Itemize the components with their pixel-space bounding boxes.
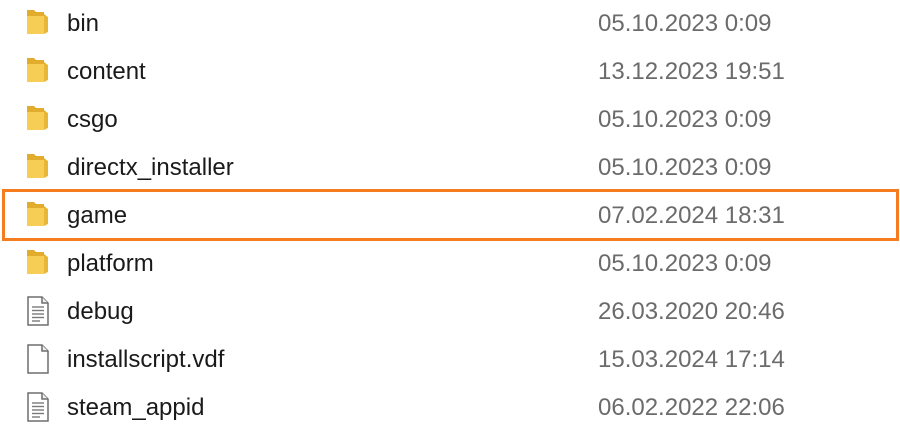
file-name: game — [67, 202, 128, 229]
file-list: bin 05.10.2023 0:09 content 13.12.2023 1… — [0, 0, 900, 432]
file-name: bin — [67, 10, 100, 37]
file-date-modified: 26.03.2020 20:46 — [598, 298, 785, 325]
file-date-modified: 05.10.2023 0:09 — [598, 106, 772, 133]
file-row-installscript-vdf[interactable]: installscript.vdf 15.03.2024 17:14 — [0, 336, 900, 384]
file-date-modified: 05.10.2023 0:09 — [598, 154, 772, 181]
folder-icon — [25, 56, 51, 86]
file-name: steam_appid — [67, 394, 205, 421]
file-name: debug — [67, 298, 134, 325]
file-row-directx-installer[interactable]: directx_installer 05.10.2023 0:09 — [0, 144, 900, 192]
file-row-steam-appid[interactable]: steam_appid 06.02.2022 22:06 — [0, 384, 900, 432]
file-date-modified: 05.10.2023 0:09 — [598, 10, 772, 37]
file-row-game[interactable]: game 07.02.2024 18:31 — [0, 192, 900, 240]
blank-file-icon — [25, 344, 51, 374]
file-name: csgo — [67, 106, 118, 133]
text-file-icon — [25, 296, 51, 326]
file-date-modified: 07.02.2024 18:31 — [598, 202, 785, 229]
folder-icon — [25, 200, 51, 230]
file-date-modified: 13.12.2023 19:51 — [598, 58, 785, 85]
folder-icon — [25, 8, 51, 38]
text-file-icon — [25, 392, 51, 422]
file-date-modified: 05.10.2023 0:09 — [598, 250, 772, 277]
folder-icon — [25, 152, 51, 182]
file-date-modified: 15.03.2024 17:14 — [598, 346, 785, 373]
folder-icon — [25, 104, 51, 134]
folder-icon — [25, 248, 51, 278]
file-name: directx_installer — [67, 154, 234, 181]
file-row-content[interactable]: content 13.12.2023 19:51 — [0, 48, 900, 96]
file-row-bin[interactable]: bin 05.10.2023 0:09 — [0, 0, 900, 48]
file-name: platform — [67, 250, 154, 277]
file-row-platform[interactable]: platform 05.10.2023 0:09 — [0, 240, 900, 288]
file-name: content — [67, 58, 146, 85]
file-row-csgo[interactable]: csgo 05.10.2023 0:09 — [0, 96, 900, 144]
file-name: installscript.vdf — [67, 346, 225, 373]
file-row-debug[interactable]: debug 26.03.2020 20:46 — [0, 288, 900, 336]
file-date-modified: 06.02.2022 22:06 — [598, 394, 785, 421]
